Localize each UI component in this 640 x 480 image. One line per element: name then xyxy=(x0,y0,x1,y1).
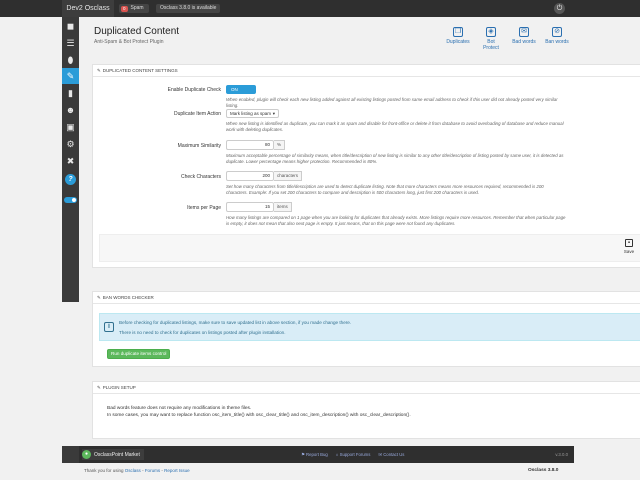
sidebar-footer xyxy=(62,446,79,463)
similarity-label: Maximum Similarity xyxy=(177,143,221,149)
save-button[interactable]: ▪ Save xyxy=(621,238,637,258)
support-forums-link[interactable]: ⌂ Support Forums xyxy=(336,446,371,463)
enable-toggle[interactable]: ON xyxy=(226,85,256,94)
tag-icon[interactable]: ⬮ xyxy=(65,55,76,66)
site-brand[interactable]: Dev2 Osclass xyxy=(62,0,114,17)
plugin-icon[interactable]: ✎ xyxy=(62,68,79,84)
dashboard-icon[interactable]: ◼ xyxy=(65,21,76,32)
alert-line-1: Before checking for duplicated listings,… xyxy=(119,320,352,325)
perpage-help: How many listings are compared on 1 page… xyxy=(226,215,566,226)
tab-bot-protect[interactable]: ◈ Bot Protect xyxy=(479,27,503,51)
info-alert: i Before checking for duplicated listing… xyxy=(99,313,640,341)
action-select[interactable]: Mark listing as spam ▾ xyxy=(226,109,279,118)
settings-panel: ✎ DUPLICATED CONTENT SETTINGS Enable Dupl… xyxy=(92,64,640,268)
enable-label: Enable Duplicate Check xyxy=(167,87,221,93)
similarity-unit: % xyxy=(274,140,286,150)
report-bug-link[interactable]: ⚑ Report Bug xyxy=(301,446,328,463)
ban-icon: ⊘ xyxy=(552,27,562,37)
report-issue-link[interactable]: Report Issue xyxy=(164,468,190,473)
list-icon[interactable]: ☰ xyxy=(65,38,76,49)
plugin-footer: ● OsclassPoint Market ⚑ Report Bug ⌂ Sup… xyxy=(79,446,574,463)
enable-help: When enabled, plugin will check each new… xyxy=(226,97,558,108)
action-label: Duplicate Item Action xyxy=(174,111,221,117)
forums-link[interactable]: Forums xyxy=(145,468,160,473)
help-icon[interactable]: ? xyxy=(65,174,76,185)
sidebar-toggle[interactable] xyxy=(64,197,77,203)
run-duplicate-control-button[interactable]: Run duplicate items control xyxy=(107,349,171,359)
tab-bad-words[interactable]: ✉ Bad words xyxy=(512,27,536,51)
duplicates-icon: ❐ xyxy=(453,27,463,37)
perpage-input[interactable]: 15 xyxy=(226,202,274,212)
osclass-version: Osclass 3.8.0 xyxy=(528,468,559,473)
setup-line-1: Bad words feature does not require any m… xyxy=(107,406,252,411)
chevron-down-icon: ▾ xyxy=(272,111,275,116)
ban-checker-heading: ✎ BAN WORDS CHECKER xyxy=(93,292,640,304)
footer-links: ⚑ Report Bug ⌂ Support Forums ✉ Contact … xyxy=(301,446,404,463)
market-brand[interactable]: ● OsclassPoint Market xyxy=(82,449,144,460)
chars-help: Set how many characters from title/descr… xyxy=(226,184,544,195)
page-title: Duplicated Content xyxy=(94,26,180,37)
osclass-link[interactable]: Osclass xyxy=(125,468,141,473)
settings-icon[interactable]: ⚙ xyxy=(65,139,76,150)
contact-us-link[interactable]: ✉ Contact Us xyxy=(378,446,404,463)
plugin-setup-heading: ✎ PLUGIN SETUP xyxy=(93,382,640,394)
wrench-icon: ✎ xyxy=(97,295,101,300)
setup-line-2: In some cases, you may want to replace f… xyxy=(107,413,411,418)
plugin-setup-panel: ✎ PLUGIN SETUP Bad words feature does not… xyxy=(92,381,640,439)
sidebar: ◼ ☰ ⬮ ✎ ▮ ☻ ▣ ⚙ ✖ ? xyxy=(62,17,79,302)
save-bar: ▪ Save xyxy=(99,234,640,262)
osclasspoint-logo-icon: ● xyxy=(82,450,91,459)
plugin-version: v.3.0.0 xyxy=(555,452,568,457)
power-icon[interactable]: ⏻ xyxy=(554,3,565,14)
users-icon[interactable]: ☻ xyxy=(65,105,76,116)
floppy-icon: ▪ xyxy=(625,239,633,247)
tab-duplicates[interactable]: ❐ Duplicates xyxy=(446,27,470,51)
stats-icon[interactable]: ▮ xyxy=(65,88,76,99)
settings-heading: ✎ DUPLICATED CONTENT SETTINGS xyxy=(93,65,640,77)
credits: Thank you for using Osclass - Forums - R… xyxy=(84,468,190,473)
chars-input[interactable]: 200 xyxy=(226,171,274,181)
perpage-label: Items per Page xyxy=(187,205,221,211)
comment-icon: ✉ xyxy=(519,27,529,37)
spam-label: Spam xyxy=(130,5,144,11)
tab-ban-words[interactable]: ⊘ Ban words xyxy=(545,27,569,51)
wrench-icon: ✎ xyxy=(97,68,101,73)
similarity-help: Maximum acceptable percentage of similar… xyxy=(226,153,564,164)
pages-icon[interactable]: ▣ xyxy=(65,122,76,133)
similarity-input[interactable]: 80 xyxy=(226,140,274,150)
spam-count: 0 xyxy=(121,5,128,12)
action-help: When new listing is identified as duplic… xyxy=(226,121,564,132)
chars-unit: characters xyxy=(274,171,303,181)
shield-icon: ◈ xyxy=(486,27,496,37)
alert-line-2: There is no need to check for duplicates… xyxy=(119,330,286,335)
tools-icon[interactable]: ✖ xyxy=(65,156,76,167)
plugin-nav: ❐ Duplicates ◈ Bot Protect ✉ Bad words ⊘… xyxy=(446,27,569,51)
page-subtitle: Anti-Spam & Bot Protect Plugin xyxy=(94,39,164,45)
ban-checker-panel: ✎ BAN WORDS CHECKER i Before checking for… xyxy=(92,291,640,367)
update-available-notice[interactable]: Osclass 3.8.0 is available xyxy=(156,4,221,13)
top-bar: Dev2 Osclass 0 Spam Osclass 3.8.0 is ava… xyxy=(0,0,640,17)
info-icon: i xyxy=(104,322,114,332)
wrench-icon: ✎ xyxy=(97,385,101,390)
perpage-unit: items xyxy=(274,202,292,212)
spam-badge[interactable]: 0 Spam xyxy=(119,4,149,13)
chars-label: Check Characters xyxy=(180,174,221,180)
